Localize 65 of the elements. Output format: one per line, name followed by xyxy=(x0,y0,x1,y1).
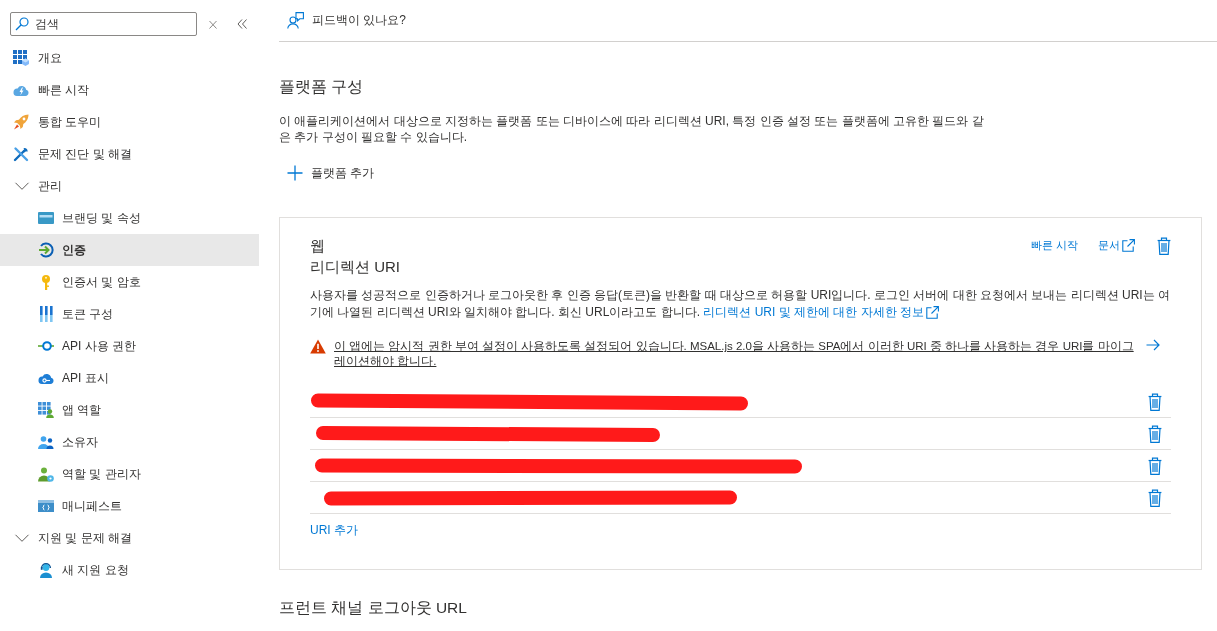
trash-icon xyxy=(1148,424,1162,443)
search-icon xyxy=(15,17,29,31)
nav-item[interactable]: 앱 역할 xyxy=(0,394,259,426)
section-title: 플랫폼 구성 xyxy=(279,77,364,97)
header-link[interactable]: 빠른 시작 xyxy=(1030,238,1078,253)
trash-icon xyxy=(1148,392,1162,411)
code-window-icon xyxy=(38,498,54,514)
nav-item[interactable]: API 사용 권한 xyxy=(0,330,259,362)
platform-title: 웹 xyxy=(310,236,325,256)
section-title: 프런트 채널 로그아웃 URL xyxy=(279,598,467,618)
learn-more-link[interactable]: 리디렉션 URI 및 제한에 대한 자세한 정보 xyxy=(703,304,940,321)
redirect-description: 사용자를 성공적으로 인증하거나 로그아웃한 후 인증 응답(토큰)을 반환할 때 대상으로 허용할 URI입니다. 로그인 서버에 대한 요청에서 보내는 리디렉션 URI는 여기에 나열된 리디렉션 URI와 일치해야 합니다. 회신 URL이라고도 합니다. 리디렉션 URI 및 제한에 대한 자세한 정보 xyxy=(310,287,1171,321)
nav-item[interactable]: 새 지원 요청 xyxy=(0,554,259,586)
nav-group[interactable]: 지원 및 문제 해결 xyxy=(0,522,259,554)
arrow-button[interactable] xyxy=(1146,339,1160,351)
trash-icon xyxy=(1148,456,1162,475)
nav-item[interactable]: API 표시 xyxy=(0,362,259,394)
nav-item[interactable]: 브랜딩 및 속성 xyxy=(0,202,259,234)
nav-item[interactable]: 문제 진단 및 해결 xyxy=(0,138,259,170)
trash-icon xyxy=(1157,236,1171,255)
delete-button[interactable] xyxy=(1157,236,1171,255)
bars-icon xyxy=(38,306,54,322)
grid-icon xyxy=(13,50,29,66)
external-link-icon xyxy=(1122,239,1135,252)
close-icon xyxy=(209,19,217,29)
connector-icon xyxy=(38,338,54,354)
card-icon xyxy=(38,210,54,226)
nav-item[interactable]: 인증 xyxy=(0,234,259,266)
tools-icon xyxy=(13,146,29,162)
feedback-button[interactable]: 피드백이 있나요? xyxy=(287,12,406,29)
nav-item[interactable]: 역할 및 관리자 xyxy=(0,458,259,490)
grid-person-icon xyxy=(38,402,54,418)
trash-icon xyxy=(1148,488,1162,507)
person-gear-icon xyxy=(38,466,54,482)
platform-subtitle: 리디렉션 URI xyxy=(310,257,400,277)
rocket-icon xyxy=(13,114,29,130)
nav-item[interactable]: 인증서 및 암호 xyxy=(0,266,259,298)
add-platform-button[interactable]: 플랫폼 추가 xyxy=(279,157,375,189)
section-description: 이 애플리케이션에서 대상으로 지정하는 플랫폼 또는 디바이스에 따라 리디렉션 URI, 특정 인증 설정 또는 플랫폼에 고유한 필드와 같은 추가 구성이 필요할 수 있습니다. xyxy=(279,113,985,145)
feedback-icon xyxy=(287,12,304,29)
sign-in-icon xyxy=(38,242,54,258)
nav-item[interactable]: 매니페스트 xyxy=(0,490,259,522)
people-icon xyxy=(38,434,54,450)
delete-uri-button[interactable] xyxy=(1148,488,1162,507)
nav-item[interactable]: 소유자 xyxy=(0,426,259,458)
double-chevron-left-icon xyxy=(237,19,247,29)
arrow-right-icon xyxy=(1146,339,1160,351)
external-link-icon xyxy=(926,306,940,319)
clear-button[interactable] xyxy=(209,19,217,29)
nav-group[interactable]: 관리 xyxy=(0,170,259,202)
search-field[interactable]: 검색 xyxy=(10,12,197,36)
warning-icon xyxy=(310,339,326,354)
add-uri-link[interactable]: URI 추가 xyxy=(310,522,358,539)
delete-uri-button[interactable] xyxy=(1148,424,1162,443)
warning-link[interactable]: 이 앱에는 암시적 권한 부여 설정이 사용하도록 설정되어 있습니다. MSAL.js 2.0을 사용하는 SPA에서 이러한 URI 중 하나를 사용하는 경우 URI를 마이그레이션해야 합니다. xyxy=(334,339,1138,369)
nav-item[interactable]: 개요 xyxy=(0,42,259,74)
header-link[interactable]: 문서 xyxy=(1098,238,1135,253)
delete-uri-button[interactable] xyxy=(1148,456,1162,475)
nav-item[interactable]: 통합 도우미 xyxy=(0,106,259,138)
plus-icon xyxy=(287,165,303,181)
headset-person-icon xyxy=(38,562,54,578)
collapse-button[interactable] xyxy=(237,19,247,29)
nav-item[interactable]: 빠른 시작 xyxy=(0,74,259,106)
nav-item[interactable]: 토큰 구성 xyxy=(0,298,259,330)
delete-uri-button[interactable] xyxy=(1148,392,1162,411)
